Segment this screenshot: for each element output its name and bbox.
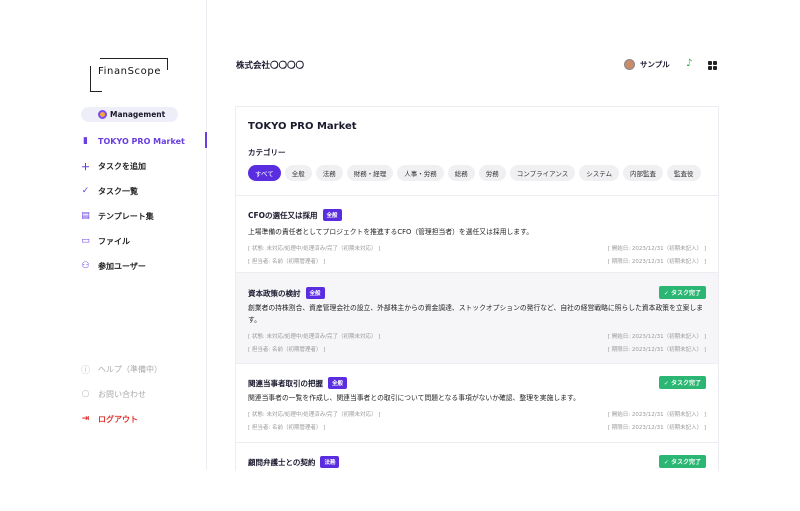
header: 株式会社〇〇〇〇 サンプル ♪ (208, 50, 768, 80)
user-menu[interactable]: サンプル (624, 59, 670, 70)
category-tag: 全般 (328, 377, 348, 389)
users-icon: ⚇ (81, 261, 90, 271)
category-chip[interactable]: 労務 (478, 165, 506, 181)
category-chip[interactable]: 総務 (447, 165, 475, 181)
nav-label: ヘルプ（準備中） (98, 364, 162, 374)
task-due-date: [ 期限日: 2023/12/31（初期未記入） ] (607, 259, 706, 265)
nav-item-templates[interactable]: ▤ テンプレート集 (81, 205, 207, 227)
nav-label: ファイル (98, 236, 130, 246)
logout-icon: ⇥ (81, 414, 90, 424)
category-chip[interactable]: システム (579, 165, 620, 181)
task-due-date: [ 期限日: 2023/12/31（初期未記入） ] (607, 347, 706, 353)
chat-icon: ○ (81, 389, 90, 399)
task-panel: TOKYO PRO Market カテゴリー すべて 全般 法務 財務・経理 人… (235, 106, 719, 471)
nav-label: ログアウト (98, 414, 138, 424)
task-description: 上場準備の責任者としてプロジェクトを推進するCFO（管理担当者）を選任又は採用し… (248, 228, 533, 236)
nav-item-users[interactable]: ⚇ 参加ユーザー (81, 255, 207, 277)
avatar (624, 59, 635, 70)
task-title: 関連当事者取引の把握 全般 (248, 377, 348, 389)
category-chip[interactable]: 法務 (315, 165, 343, 181)
nav-label: TOKYO PRO Market (98, 136, 185, 146)
folder-icon: ▭ (81, 236, 90, 246)
task-status: [ 状態: 未対応/処理中/処理済み/完了（初期未対応） ] (248, 246, 381, 252)
category-chip[interactable]: 人事・労務 (397, 165, 444, 181)
nav-item-logout[interactable]: ⇥ ログアウト (81, 408, 207, 430)
task-complete-badge: ✓ タスク完了 (658, 286, 706, 299)
task-title: 資本政策の検討 全般 (248, 287, 325, 299)
category-chip[interactable]: 監査役 (667, 165, 701, 181)
task-description: 創業者の持株割合、資産管理会社の設立、外部株主からの資金調達、ストックオプション… (248, 304, 704, 324)
task-due-date: [ 期限日: 2023/12/31（初期未記入） ] (607, 425, 706, 431)
task-row[interactable]: 資本政策の検討 全般 ✓ タスク完了 創業者の持株割合、資産管理会社の設立、外部株… (236, 273, 718, 363)
logo-text: FinanScope (98, 66, 162, 77)
nav-label: タスクを追加 (98, 161, 146, 171)
task-owner: [ 担当者: 名前（初期管理者） ] (248, 259, 326, 265)
task-start-date: [ 開始日: 2023/12/31（初期未記入） ] (607, 412, 706, 418)
apps-icon[interactable] (708, 61, 717, 70)
sidebar: FinanScope Management ▮ TOKYO PRO Market… (0, 0, 207, 470)
check-circle-icon: ✓ (81, 186, 90, 196)
task-title: 顧問弁護士との契約 法務 (248, 456, 340, 468)
task-complete-badge: ✓ タスク完了 (658, 455, 706, 468)
nav-item-task-list[interactable]: ✓ タスク一覧 (81, 180, 207, 202)
nav-label: タスク一覧 (98, 186, 138, 196)
category-chip[interactable]: 全般 (284, 165, 312, 181)
workspace-badge[interactable]: Management (81, 107, 178, 122)
nav-label: 参加ユーザー (98, 261, 146, 271)
task-status: [ 状態: 未対応/処理中/処理済み/完了（初期未対応） ] (248, 412, 381, 418)
category-label: カテゴリー (248, 148, 286, 157)
workspace-icon (98, 110, 107, 119)
nav-item-files[interactable]: ▭ ファイル (81, 230, 207, 252)
task-owner: [ 担当者: 名前（初期管理者） ] (248, 425, 326, 431)
task-row[interactable]: 顧問弁護士との契約 法務 ✓ タスク完了 (236, 443, 718, 471)
task-row[interactable]: CFOの選任又は採用 全般 上場準備の責任者としてプロジェクトを推進するCFO（管… (236, 196, 718, 272)
task-start-date: [ 開始日: 2023/12/31（初期未記入） ] (607, 246, 706, 252)
category-chip[interactable]: すべて (248, 165, 281, 181)
category-chip[interactable]: 内部監査 (623, 165, 664, 181)
category-tag: 全般 (322, 209, 342, 221)
bar-chart-icon: ▮ (83, 136, 88, 146)
user-name: サンプル (640, 60, 670, 69)
info-icon: ⓘ (81, 365, 91, 376)
category-chip[interactable]: 財務・経理 (346, 165, 394, 181)
category-tag: 全般 (305, 287, 325, 299)
nav-label: お問い合わせ (98, 389, 146, 399)
task-start-date: [ 開始日: 2023/12/31（初期未記入） ] (607, 334, 706, 340)
nav-label: テンプレート集 (98, 211, 154, 221)
task-description: 関連当事者の一覧を作成し、関連当事者との取引について問題となる事項がないか確認、… (248, 394, 580, 402)
nav-item-help[interactable]: ⓘ ヘルプ（準備中） (81, 358, 207, 380)
category-tag: 法務 (320, 456, 340, 468)
nav-item-contact[interactable]: ○ お問い合わせ (81, 383, 207, 405)
task-row[interactable]: 関連当事者取引の把握 全般 ✓ タスク完了 関連当事者の一覧を作成し、関連当事者と… (236, 364, 718, 442)
plus-icon: ＋ (81, 162, 91, 173)
task-owner: [ 担当者: 名前（初期管理者） ] (248, 347, 326, 353)
bell-icon[interactable]: ♪ (686, 58, 692, 69)
company-name: 株式会社〇〇〇〇 (236, 61, 305, 71)
task-status: [ 状態: 未対応/処理中/処理済み/完了（初期未対応） ] (248, 334, 381, 340)
task-title: CFOの選任又は採用 全般 (248, 209, 342, 221)
workspace-label: Management (110, 110, 166, 119)
logo[interactable]: FinanScope (90, 58, 168, 92)
nav-item-tokyo-pro-market[interactable]: ▮ TOKYO PRO Market (81, 130, 207, 152)
nav-item-add-task[interactable]: ＋ タスクを追加 (81, 155, 207, 177)
category-chip[interactable]: コンプライアンス (509, 165, 576, 181)
document-icon: ▤ (81, 211, 90, 221)
task-complete-badge: ✓ タスク完了 (658, 376, 706, 389)
page-title: TOKYO PRO Market (248, 121, 357, 132)
category-filter: すべて 全般 法務 財務・経理 人事・労務 総務 労務 コンプライアンス システ… (248, 165, 701, 181)
